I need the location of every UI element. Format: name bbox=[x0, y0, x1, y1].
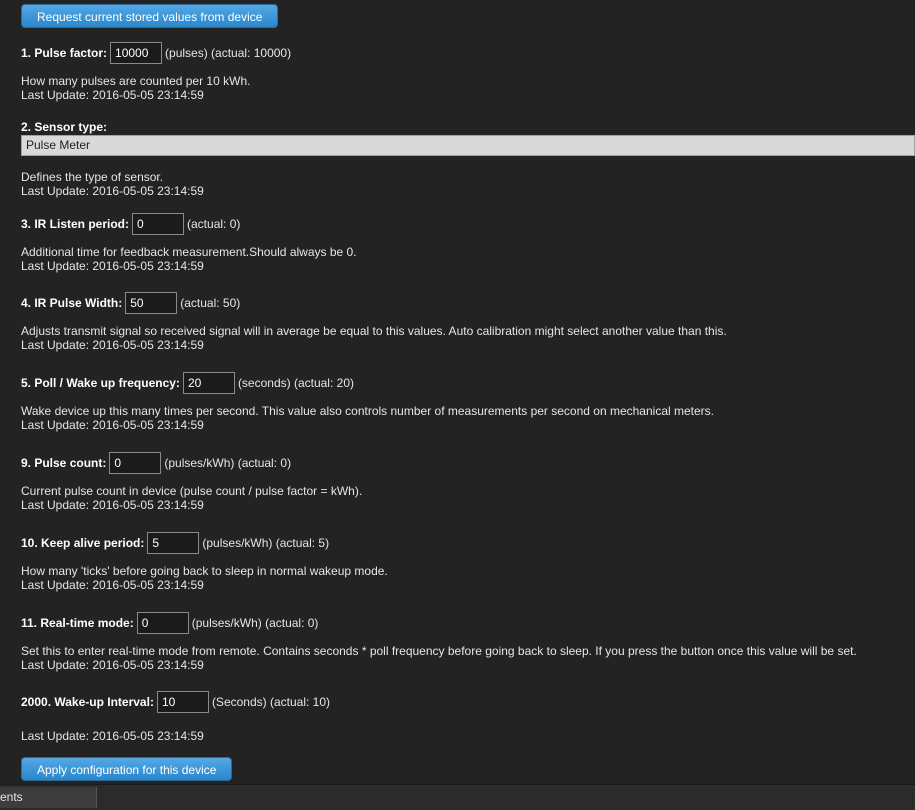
param-suffix: (actual: 50) bbox=[180, 296, 241, 310]
param-description: Wake device up this many times per secon… bbox=[21, 404, 714, 418]
real-time-mode-input[interactable] bbox=[136, 612, 189, 634]
last-update: Last Update: 2016-05-05 23:14:59 bbox=[21, 259, 204, 273]
last-update: Last Update: 2016-05-05 23:14:59 bbox=[21, 338, 204, 352]
ir-listen-period-input[interactable] bbox=[132, 213, 185, 235]
request-values-button[interactable]: Request current stored values from devic… bbox=[21, 4, 279, 28]
last-update: Last Update: 2016-05-05 23:14:59 bbox=[21, 498, 204, 512]
param-label: 10. Keep alive period: bbox=[21, 536, 145, 550]
param-ir-listen-period: 3. IR Listen period: (actual: 0) Additio… bbox=[21, 212, 915, 273]
apply-configuration-button[interactable]: Apply configuration for this device bbox=[21, 757, 233, 781]
param-pulse-factor: 1. Pulse factor: (pulses) (actual: 10000… bbox=[21, 41, 915, 102]
last-update: Last Update: 2016-05-05 23:14:59 bbox=[21, 184, 204, 198]
param-suffix: (actual: 0) bbox=[187, 217, 241, 231]
last-update: Last Update: 2016-05-05 23:14:59 bbox=[21, 88, 204, 102]
param-sensor-type: 2. Sensor type: bbox=[21, 120, 915, 134]
sensor-type-select[interactable]: Pulse Meter bbox=[21, 135, 915, 156]
last-update: Last Update: 2016-05-05 23:14:59 bbox=[21, 418, 204, 432]
param-description: How many pulses are counted per 10 kWh. bbox=[21, 74, 251, 88]
last-update: Last Update: 2016-05-05 23:14:59 bbox=[21, 729, 204, 743]
param-poll-wakeup-frequency: 5. Poll / Wake up frequency: (seconds) (… bbox=[21, 371, 915, 432]
param-description: Set this to enter real-time mode from re… bbox=[21, 644, 857, 658]
param-suffix: (pulses) (actual: 10000) bbox=[165, 46, 292, 60]
param-keep-alive-period: 10. Keep alive period: (pulses/kWh) (act… bbox=[21, 531, 915, 592]
param-wakeup-interval: 2000. Wake-up Interval: (Seconds) (actua… bbox=[21, 690, 915, 743]
keep-alive-period-input[interactable] bbox=[147, 532, 200, 554]
param-description: How many 'ticks' before going back to sl… bbox=[21, 564, 388, 578]
param-description: Current pulse count in device (pulse cou… bbox=[21, 484, 363, 498]
param-label: 1. Pulse factor: bbox=[21, 46, 108, 60]
pulse-count-input[interactable] bbox=[109, 452, 162, 474]
param-label: 4. IR Pulse Width: bbox=[21, 296, 123, 310]
param-suffix: (pulses/kWh) (actual: 0) bbox=[191, 616, 319, 630]
bottom-tab[interactable]: ents bbox=[0, 787, 97, 808]
param-label: 2000. Wake-up Interval: bbox=[21, 695, 154, 709]
param-suffix: (pulses/kWh) (actual: 0) bbox=[164, 456, 292, 470]
wakeup-interval-input[interactable] bbox=[156, 691, 209, 713]
param-description: Defines the type of sensor. bbox=[21, 170, 164, 184]
poll-frequency-input[interactable] bbox=[182, 372, 235, 394]
ir-pulse-width-input[interactable] bbox=[125, 292, 178, 314]
param-description: Adjusts transmit signal so received sign… bbox=[21, 324, 727, 338]
param-label: 5. Poll / Wake up frequency: bbox=[21, 376, 180, 390]
param-ir-pulse-width: 4. IR Pulse Width: (actual: 50) Adjusts … bbox=[21, 291, 915, 352]
param-pulse-count: 9. Pulse count: (pulses/kWh) (actual: 0)… bbox=[21, 451, 915, 512]
pulse-factor-input[interactable] bbox=[110, 42, 163, 64]
bottom-bar: ents bbox=[0, 784, 915, 810]
last-update: Last Update: 2016-05-05 23:14:59 bbox=[21, 578, 204, 592]
param-label: 3. IR Listen period: bbox=[21, 217, 130, 231]
param-real-time-mode: 11. Real-time mode: (pulses/kWh) (actual… bbox=[21, 611, 915, 672]
param-label: 11. Real-time mode: bbox=[21, 616, 134, 630]
param-suffix: (seconds) (actual: 20) bbox=[237, 376, 354, 390]
param-description: Additional time for feedback measurement… bbox=[21, 245, 357, 259]
param-label: 2. Sensor type: bbox=[21, 120, 108, 134]
param-suffix: (Seconds) (actual: 10) bbox=[211, 695, 330, 709]
last-update: Last Update: 2016-05-05 23:14:59 bbox=[21, 658, 204, 672]
device-config-page: Request current stored values from devic… bbox=[0, 0, 915, 810]
param-sensor-type-info: Defines the type of sensor. Last Update:… bbox=[21, 170, 915, 198]
param-label: 9. Pulse count: bbox=[21, 456, 107, 470]
param-suffix: (pulses/kWh) (actual: 5) bbox=[202, 536, 330, 550]
